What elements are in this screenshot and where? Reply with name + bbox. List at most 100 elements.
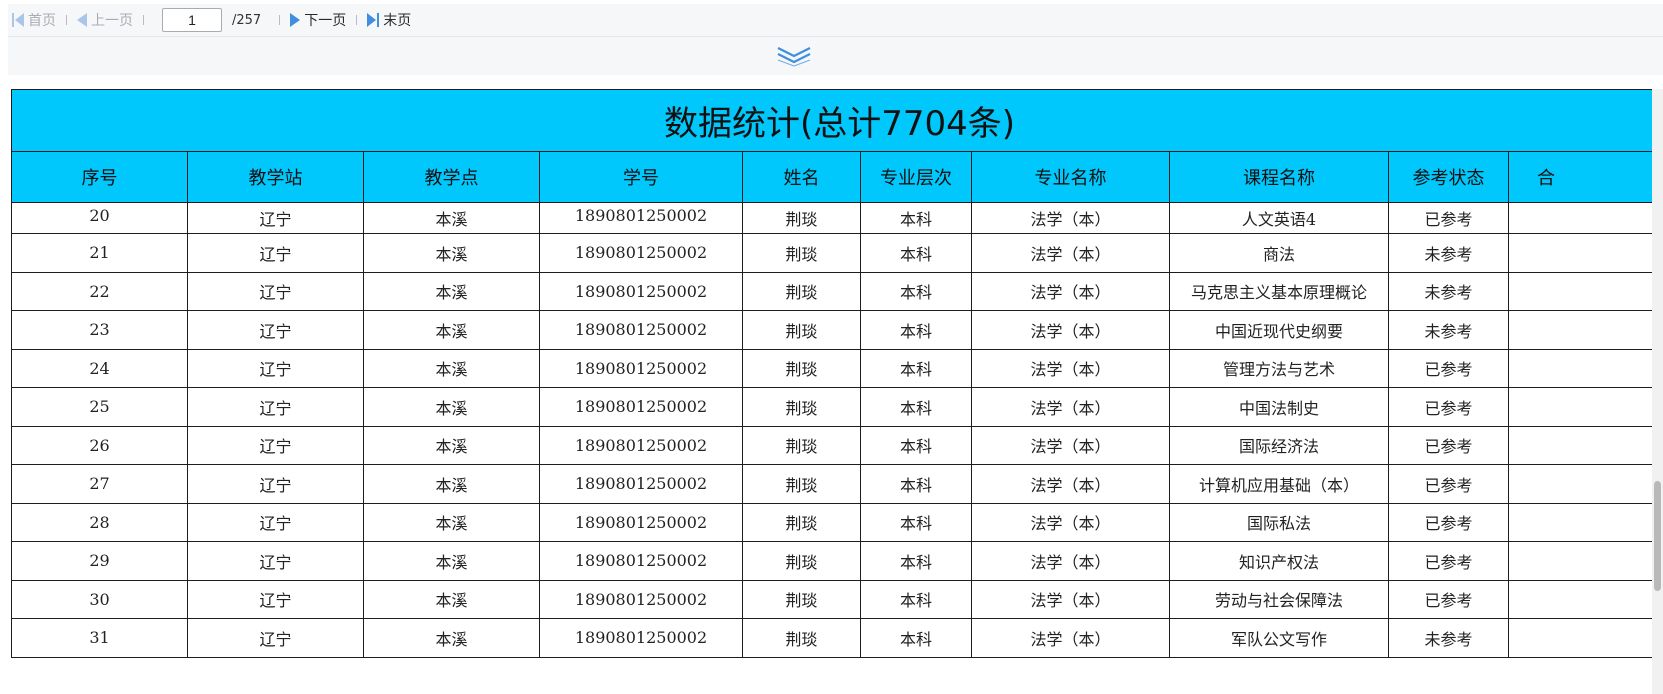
cell-station: 辽宁 bbox=[187, 579, 364, 619]
cell-index: 24 bbox=[11, 348, 188, 388]
cell-course: 商法 bbox=[1169, 233, 1389, 273]
cell-status: 未参考 bbox=[1388, 310, 1509, 350]
cell-course: 马克思主义基本原理概论 bbox=[1169, 271, 1389, 311]
cell-major: 法学（本） bbox=[971, 233, 1170, 273]
cell-level: 本科 bbox=[860, 425, 972, 465]
cell-point: 本溪 bbox=[363, 541, 540, 581]
prev-page-button[interactable]: 上一页 bbox=[77, 10, 133, 30]
column-header: 参考状态 bbox=[1388, 151, 1509, 203]
cell-station: 辽宁 bbox=[187, 618, 364, 658]
cell-point: 本溪 bbox=[363, 271, 540, 311]
table-header-row: 序号 教学站 教学点 学号 姓名 专业层次 专业名称 课程名称 参考状态 合 bbox=[11, 151, 1663, 203]
cell-name: 荆琰 bbox=[742, 425, 861, 465]
cell-course: 劳动与社会保障法 bbox=[1169, 579, 1389, 619]
column-header: 合 bbox=[1507, 151, 1663, 203]
cell-major: 法学（本） bbox=[971, 425, 1170, 465]
cell-extra bbox=[1507, 387, 1663, 427]
cell-station: 辽宁 bbox=[187, 502, 364, 542]
cell-status: 已参考 bbox=[1388, 502, 1509, 542]
cell-student-id: 1890801250002 bbox=[539, 579, 743, 619]
table-title-row: 数据统计(总计7704条) bbox=[11, 89, 1663, 152]
cell-extra bbox=[1507, 502, 1663, 542]
column-header: 教学点 bbox=[363, 151, 540, 203]
cell-point: 本溪 bbox=[363, 579, 540, 619]
cell-major: 法学（本） bbox=[971, 464, 1170, 504]
column-header: 序号 bbox=[11, 151, 188, 203]
cell-major: 法学（本） bbox=[971, 310, 1170, 350]
cell-status: 已参考 bbox=[1388, 579, 1509, 619]
cell-station: 辽宁 bbox=[187, 233, 364, 273]
cell-student-id: 1890801250002 bbox=[539, 202, 743, 234]
last-page-label: 末页 bbox=[383, 13, 412, 29]
cell-index: 23 bbox=[11, 310, 188, 350]
cell-level: 本科 bbox=[860, 464, 972, 504]
cell-level: 本科 bbox=[860, 541, 972, 581]
scrollbar-thumb[interactable] bbox=[1654, 481, 1661, 591]
cell-student-id: 1890801250002 bbox=[539, 387, 743, 427]
prev-page-label: 上一页 bbox=[91, 13, 133, 29]
cell-major: 法学（本） bbox=[971, 541, 1170, 581]
cell-course: 国际经济法 bbox=[1169, 425, 1389, 465]
cell-course: 中国法制史 bbox=[1169, 387, 1389, 427]
cell-name: 荆琰 bbox=[742, 233, 861, 273]
column-header: 课程名称 bbox=[1169, 151, 1389, 203]
cell-status: 未参考 bbox=[1388, 233, 1509, 273]
table-row: 30 辽宁 本溪 1890801250002 荆琰 本科 法学（本） 劳动与社会保障法 已参考 bbox=[11, 579, 1663, 619]
cell-level: 本科 bbox=[860, 233, 972, 273]
cell-name: 荆琰 bbox=[742, 202, 861, 234]
cell-major: 法学（本） bbox=[971, 348, 1170, 388]
cell-course: 军队公文写作 bbox=[1169, 618, 1389, 658]
cell-student-id: 1890801250002 bbox=[539, 233, 743, 273]
table-row: 25 辽宁 本溪 1890801250002 荆琰 本科 法学（本） 中国法制史 已参考 bbox=[11, 387, 1663, 427]
page-number-input[interactable] bbox=[162, 8, 222, 32]
pager-divider bbox=[143, 15, 144, 25]
first-page-label: 首页 bbox=[28, 13, 56, 29]
table-row: 29 辽宁 本溪 1890801250002 荆琰 本科 法学（本） 知识产权法 已参考 bbox=[11, 541, 1663, 581]
cell-course: 管理方法与艺术 bbox=[1169, 348, 1389, 388]
cell-status: 已参考 bbox=[1388, 348, 1509, 388]
first-page-button[interactable]: 首页 bbox=[12, 10, 56, 30]
pager-divider bbox=[279, 15, 281, 25]
cell-index: 27 bbox=[11, 464, 188, 504]
cell-status: 已参考 bbox=[1388, 387, 1509, 427]
cell-student-id: 1890801250002 bbox=[539, 502, 743, 542]
cell-status: 已参考 bbox=[1388, 202, 1509, 234]
next-page-button[interactable]: 下一页 bbox=[290, 10, 346, 30]
first-page-icon bbox=[12, 13, 24, 27]
cell-student-id: 1890801250002 bbox=[539, 425, 743, 465]
data-table-container: 数据统计(总计7704条) 序号 教学站 教学点 学号 姓名 专业层次 专业名称… bbox=[11, 89, 1663, 694]
last-page-button[interactable]: 末页 bbox=[367, 10, 411, 30]
cell-course: 计算机应用基础（本） bbox=[1169, 464, 1389, 504]
cell-station: 辽宁 bbox=[187, 464, 364, 504]
cell-point: 本溪 bbox=[363, 310, 540, 350]
cell-course: 知识产权法 bbox=[1169, 541, 1389, 581]
cell-index: 22 bbox=[11, 271, 188, 311]
table-row: 27 辽宁 本溪 1890801250002 荆琰 本科 法学（本） 计算机应用基础（本） 已参… bbox=[11, 464, 1663, 504]
cell-student-id: 1890801250002 bbox=[539, 618, 743, 658]
cell-index: 26 bbox=[11, 425, 188, 465]
vertical-scrollbar[interactable] bbox=[1652, 89, 1663, 694]
cell-extra bbox=[1507, 233, 1663, 273]
cell-course: 中国近现代史纲要 bbox=[1169, 310, 1389, 350]
table-row: 20 辽宁 本溪 1890801250002 荆琰 本科 法学（本） 人文英语4 已参考 bbox=[11, 202, 1663, 234]
cell-level: 本科 bbox=[860, 348, 972, 388]
cell-station: 辽宁 bbox=[187, 348, 364, 388]
cell-name: 荆琰 bbox=[742, 464, 861, 504]
cell-station: 辽宁 bbox=[187, 310, 364, 350]
cell-extra bbox=[1507, 348, 1663, 388]
collapse-toggle-button[interactable] bbox=[776, 42, 812, 68]
cell-major: 法学（本） bbox=[971, 387, 1170, 427]
next-page-label: 下一页 bbox=[304, 13, 347, 29]
cell-point: 本溪 bbox=[363, 202, 540, 234]
cell-major: 法学（本） bbox=[971, 502, 1170, 542]
cell-index: 20 bbox=[11, 202, 188, 234]
cell-point: 本溪 bbox=[363, 502, 540, 542]
column-header: 教学站 bbox=[187, 151, 364, 203]
cell-student-id: 1890801250002 bbox=[539, 310, 743, 350]
cell-index: 30 bbox=[11, 579, 188, 619]
cell-level: 本科 bbox=[860, 310, 972, 350]
table-body: 20 辽宁 本溪 1890801250002 荆琰 本科 法学（本） 人文英语4 已参考 21 辽宁… bbox=[11, 202, 1663, 658]
next-page-icon bbox=[290, 13, 301, 27]
cell-student-id: 1890801250002 bbox=[539, 464, 743, 504]
cell-level: 本科 bbox=[860, 502, 972, 542]
